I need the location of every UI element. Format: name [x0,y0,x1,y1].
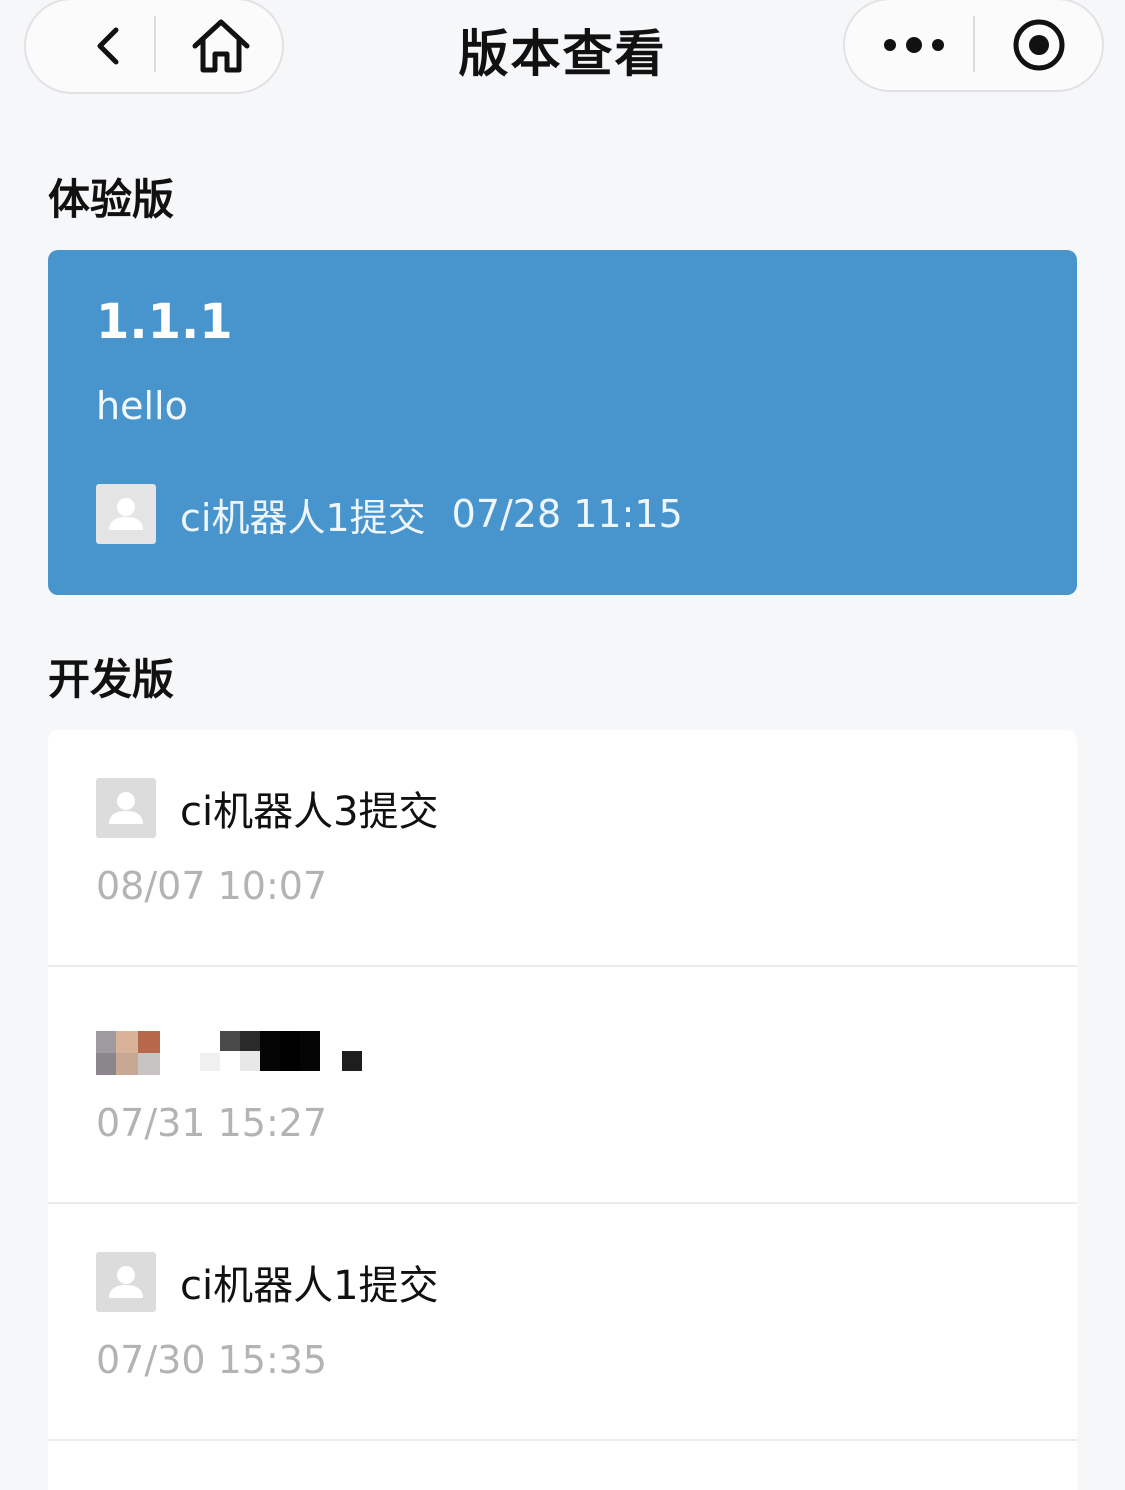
more-dots-icon [884,37,944,53]
dev-time: 07/30 15:35 [96,1338,328,1382]
close-miniprogram-button[interactable] [993,0,1085,90]
more-button[interactable] [865,0,963,90]
dev-time: 07/31 15:27 [96,1101,328,1145]
trial-submitter: ci机器人1提交 [180,495,426,540]
dev-author: ci机器人3提交 [180,789,439,835]
photo-avatar [96,1031,160,1075]
trial-section-title: 体验版 [48,175,175,224]
dev-author: ci机器人1提交 [180,1263,439,1309]
default-avatar-icon [109,1266,143,1298]
redacted-author [200,1031,400,1075]
list-item[interactable]: ci机器人1提交 07/30 15:35 [48,1204,1077,1441]
capsule-divider [973,16,975,72]
trial-version-number: 1.1.1 [96,294,233,350]
list-item[interactable]: 07/31 15:27 [48,967,1077,1204]
dev-version-list: ci机器人3提交 08/07 10:07 07/31 15:27 ci机器人1提… [48,730,1077,1490]
target-circle-icon [1013,19,1065,71]
list-item[interactable]: ci机器人3提交 08/07 10:07 [48,730,1077,967]
trial-time: 07/28 11:15 [451,492,683,536]
avatar [96,484,156,544]
nav-capsule-right [843,0,1104,92]
dev-time: 08/07 10:07 [96,864,328,908]
trial-version-description: hello [96,384,188,428]
dev-section-title: 开发版 [48,655,175,704]
default-avatar-icon [109,792,143,824]
avatar [96,1252,156,1312]
trial-version-card[interactable]: 1.1.1 hello ci机器人1提交 07/28 11:15 [48,250,1077,595]
nav-bar: 版本查看 [0,0,1125,110]
trial-version-meta: ci机器人1提交 07/28 11:15 [96,484,683,544]
default-avatar-icon [109,498,143,530]
avatar [96,778,156,838]
